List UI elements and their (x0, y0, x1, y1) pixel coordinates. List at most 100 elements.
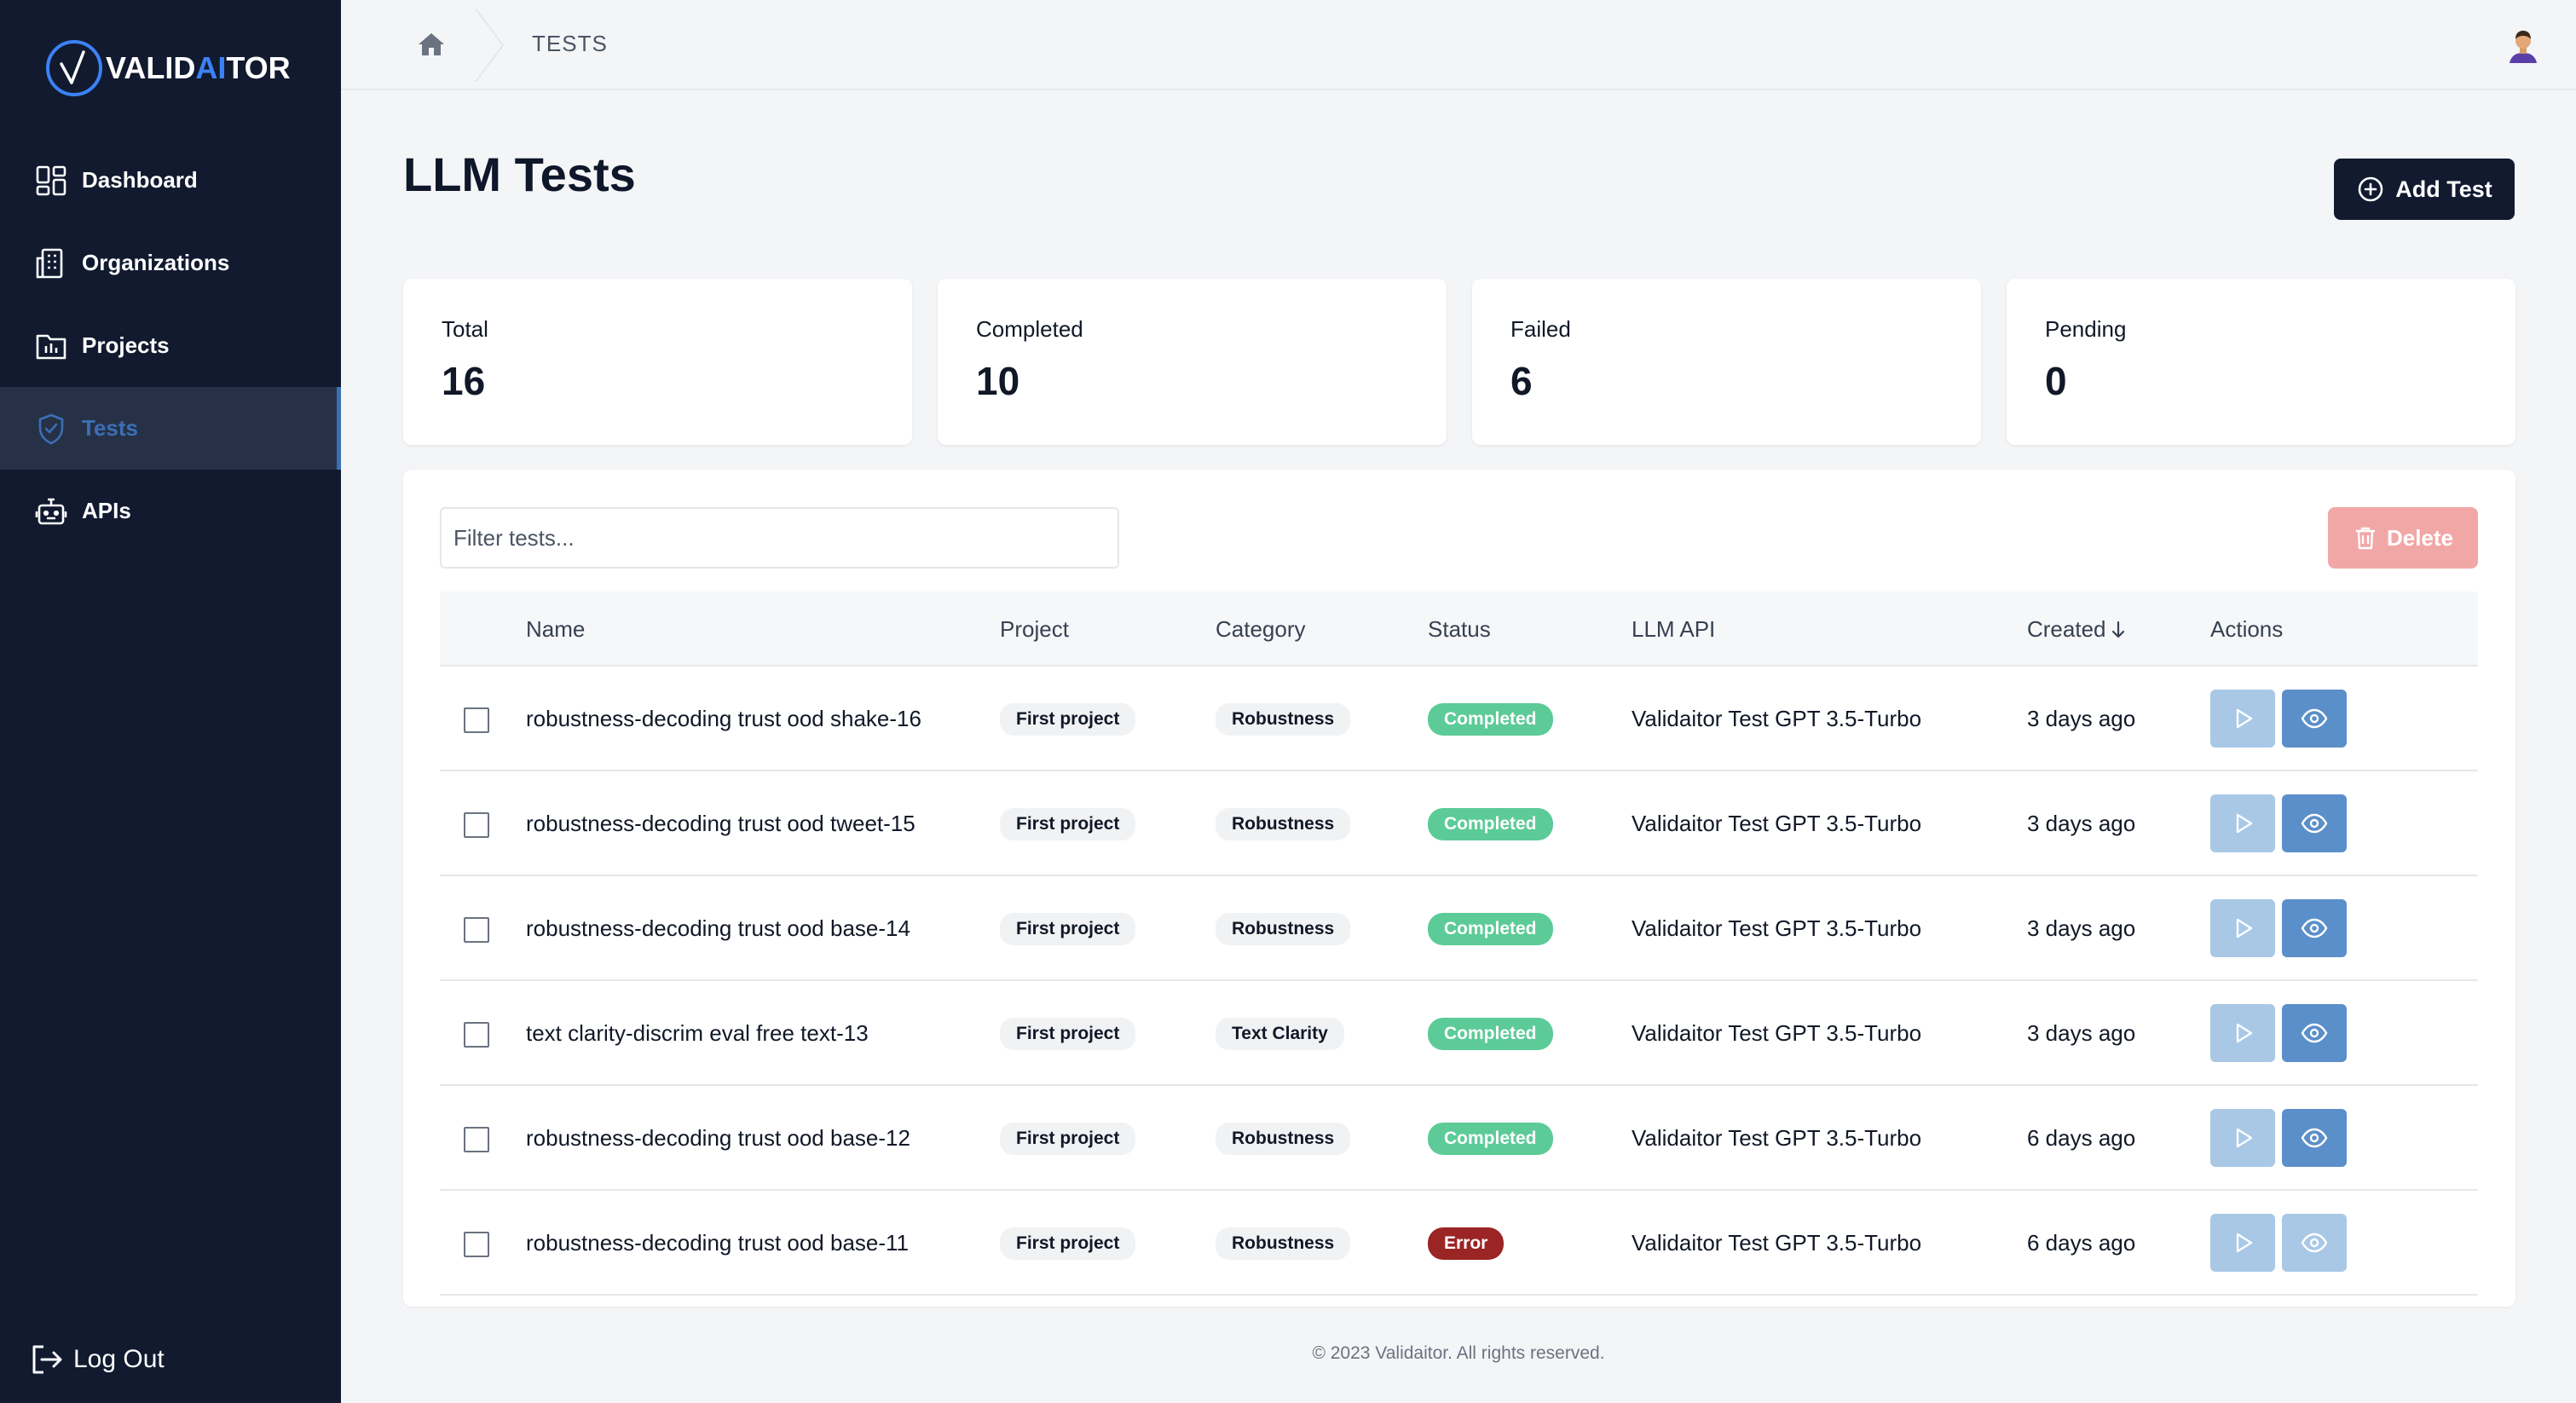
test-name[interactable]: robustness-decoding trust ood base-11 (526, 1191, 909, 1296)
status-badge: Completed (1428, 1122, 1553, 1155)
table-header: Name Project Category Status LLM API Cre… (440, 592, 2478, 667)
category-badge: Robustness (1216, 1227, 1351, 1260)
project-badge[interactable]: First project (1000, 912, 1136, 945)
run-test-button[interactable] (2210, 1109, 2275, 1167)
project-badge[interactable]: First project (1000, 807, 1136, 840)
stat-value: 10 (976, 359, 1020, 403)
run-test-button[interactable] (2210, 899, 2275, 957)
eye-icon (2301, 1233, 2328, 1253)
sidebar-item-label: APIs (82, 498, 131, 523)
column-header-created[interactable]: Created (2027, 592, 2127, 667)
stat-label: Failed (1510, 316, 1571, 342)
project-badge[interactable]: First project (1000, 1227, 1136, 1260)
footer-copyright: © 2023 Validaitor. All rights reserved. (1312, 1343, 1605, 1363)
table-row: robustness-decoding trust ood base-14 Fi… (440, 876, 2478, 981)
run-test-button[interactable] (2210, 690, 2275, 748)
category-badge: Robustness (1216, 702, 1351, 736)
project-badge[interactable]: First project (1000, 1122, 1136, 1155)
add-test-button[interactable]: Add Test (2334, 159, 2515, 220)
llm-api-name: Validaitor Test GPT 3.5-Turbo (1632, 811, 1922, 836)
created-time: 3 days ago (2027, 915, 2136, 941)
table-row: robustness-decoding trust ood shake-16 F… (440, 667, 2478, 771)
stat-card-pending: Pending 0 (2007, 279, 2515, 445)
sidebar: VALIDAITOR Dashboard Organizations Proje… (0, 0, 341, 1403)
stat-label: Total (442, 316, 488, 342)
home-icon[interactable] (416, 29, 447, 60)
row-checkbox[interactable] (464, 1022, 489, 1048)
status-badge: Completed (1428, 807, 1553, 840)
play-icon (2236, 918, 2253, 938)
sidebar-item-apis[interactable]: APIs (0, 470, 341, 552)
brand-logo[interactable]: VALIDAITOR (44, 38, 291, 99)
view-test-button[interactable] (2282, 899, 2347, 957)
filter-tests-input[interactable] (440, 507, 1119, 569)
brand-name: VALIDAITOR (106, 50, 291, 85)
view-test-button[interactable] (2282, 1109, 2347, 1167)
status-badge: Completed (1428, 912, 1553, 945)
run-test-button[interactable] (2210, 1004, 2275, 1062)
logout-button[interactable]: Log Out (29, 1342, 165, 1377)
column-header-actions: Actions (2210, 616, 2284, 642)
view-test-button[interactable] (2282, 1004, 2347, 1062)
category-badge: Robustness (1216, 912, 1351, 945)
play-icon (2236, 1023, 2253, 1043)
row-checkbox[interactable] (464, 812, 489, 838)
stat-card-failed: Failed 6 (1472, 279, 1981, 445)
logout-icon (32, 1345, 62, 1374)
sidebar-item-tests[interactable]: Tests (0, 387, 341, 470)
test-name[interactable]: robustness-decoding trust ood base-14 (526, 876, 910, 981)
avatar[interactable] (2503, 24, 2544, 65)
sidebar-item-organizations[interactable]: Organizations (0, 222, 341, 304)
column-header-category: Category (1216, 616, 1306, 642)
row-checkbox[interactable] (464, 1127, 489, 1152)
project-badge[interactable]: First project (1000, 1017, 1136, 1050)
stat-card-completed: Completed 10 (938, 279, 1447, 445)
project-badge[interactable]: First project (1000, 702, 1136, 736)
category-badge: Robustness (1216, 807, 1351, 840)
row-checkbox[interactable] (464, 1232, 489, 1257)
play-icon (2236, 1233, 2253, 1253)
run-test-button[interactable] (2210, 1214, 2275, 1272)
status-badge: Completed (1428, 1017, 1553, 1050)
view-test-button[interactable] (2282, 690, 2347, 748)
test-name[interactable]: text clarity-discrim eval free text-13 (526, 981, 869, 1086)
column-header-created-label: Created (2027, 616, 2106, 642)
play-icon (2236, 708, 2253, 729)
llm-api-name: Validaitor Test GPT 3.5-Turbo (1632, 915, 1922, 941)
stat-card-total: Total 16 (403, 279, 912, 445)
created-time: 3 days ago (2027, 811, 2136, 836)
table-row: text clarity-discrim eval free text-13 F… (440, 981, 2478, 1086)
view-test-button[interactable] (2282, 1214, 2347, 1272)
stat-value: 6 (1510, 359, 1533, 403)
sidebar-item-label: Tests (82, 415, 138, 441)
row-checkbox[interactable] (464, 707, 489, 733)
breadcrumb-current[interactable]: TESTS (532, 31, 608, 57)
logout-label: Log Out (73, 1345, 165, 1373)
breadcrumb-separator-icon (475, 9, 505, 82)
eye-icon (2301, 1128, 2328, 1148)
row-checkbox[interactable] (464, 917, 489, 943)
test-name[interactable]: robustness-decoding trust ood shake-16 (526, 667, 921, 771)
stat-value: 0 (2045, 359, 2067, 403)
sidebar-item-dashboard[interactable]: Dashboard (0, 139, 341, 222)
column-header-status: Status (1428, 616, 1491, 642)
llm-api-name: Validaitor Test GPT 3.5-Turbo (1632, 1230, 1922, 1256)
run-test-button[interactable] (2210, 794, 2275, 852)
stat-label: Pending (2045, 316, 2127, 342)
sidebar-item-label: Organizations (82, 250, 230, 275)
eye-icon (2301, 813, 2328, 834)
table-row: robustness-decoding trust ood base-11 Fi… (440, 1191, 2478, 1296)
category-badge: Text Clarity (1216, 1017, 1344, 1050)
delete-button[interactable]: Delete (2328, 507, 2478, 569)
play-icon (2236, 813, 2253, 834)
created-time: 3 days ago (2027, 1020, 2136, 1046)
llm-api-name: Validaitor Test GPT 3.5-Turbo (1632, 706, 1922, 731)
test-name[interactable]: robustness-decoding trust ood base-12 (526, 1086, 910, 1191)
table-body: robustness-decoding trust ood shake-16 F… (440, 667, 2478, 1296)
view-test-button[interactable] (2282, 794, 2347, 852)
created-time: 6 days ago (2027, 1230, 2136, 1256)
sidebar-item-projects[interactable]: Projects (0, 304, 341, 387)
created-time: 3 days ago (2027, 706, 2136, 731)
test-name[interactable]: robustness-decoding trust ood tweet-15 (526, 771, 915, 876)
folder-chart-icon (36, 334, 66, 359)
